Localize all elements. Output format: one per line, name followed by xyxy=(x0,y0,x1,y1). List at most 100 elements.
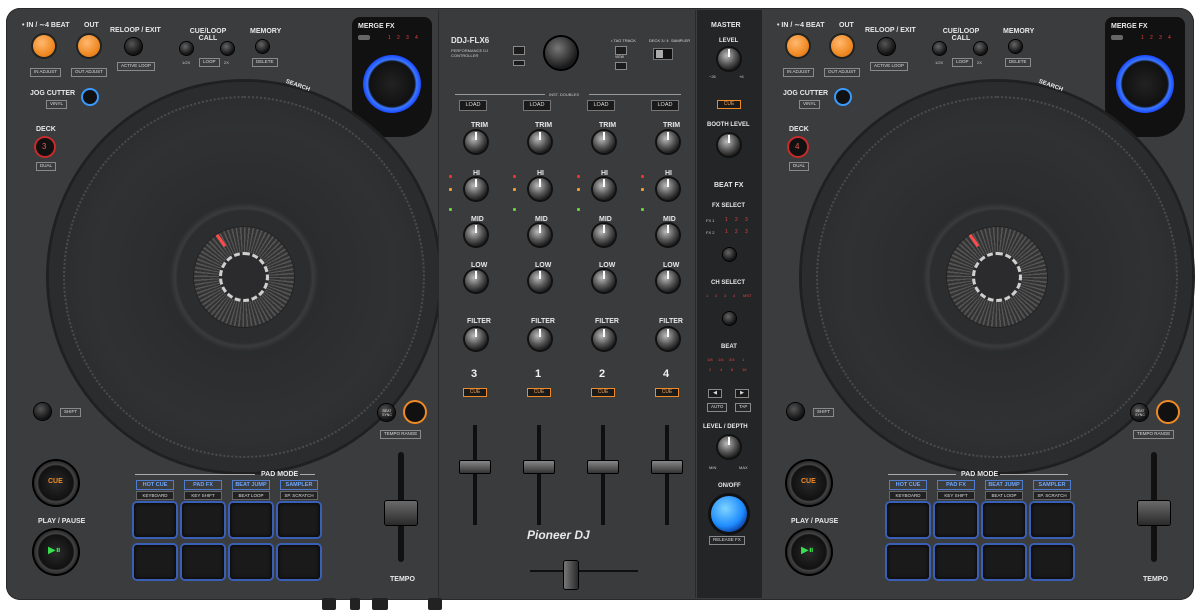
load-button-ch2[interactable]: LOAD xyxy=(587,100,615,111)
mid-knob-ch4[interactable] xyxy=(657,224,679,246)
right-shift-button[interactable] xyxy=(787,403,804,420)
hi-knob-ch2[interactable] xyxy=(593,178,615,200)
pad-2[interactable] xyxy=(182,503,224,537)
trim-knob-ch1[interactable] xyxy=(529,131,551,153)
right-cue-loop-call-right-button[interactable] xyxy=(974,42,987,55)
master-level-knob[interactable] xyxy=(718,48,740,70)
deck-switch[interactable] xyxy=(653,48,673,60)
right-reloop-exit-button[interactable] xyxy=(878,38,895,55)
right-pad-6[interactable] xyxy=(935,545,977,579)
trim-knob-ch2[interactable] xyxy=(593,131,615,153)
right-deck-select-button[interactable]: 4 xyxy=(789,138,807,156)
tempo-slider[interactable] xyxy=(385,501,417,525)
beat-fx-on-off-button[interactable] xyxy=(711,496,747,532)
filter-knob-ch3[interactable] xyxy=(465,328,487,350)
right-loop-out-button[interactable] xyxy=(831,35,853,57)
right-pad-mode-hot-cue[interactable]: HOT CUE xyxy=(889,480,927,490)
play-pause-button[interactable]: ▶⏸ xyxy=(34,530,78,574)
cue-loop-call-right-button[interactable] xyxy=(221,42,234,55)
view-button[interactable] xyxy=(615,62,627,70)
cue-button[interactable]: CUE xyxy=(34,461,78,505)
load-button-ch4[interactable]: LOAD xyxy=(651,100,679,111)
back-sub-button[interactable] xyxy=(513,60,525,66)
mic-level-knob[interactable] xyxy=(372,598,388,610)
master-tempo-button[interactable] xyxy=(405,402,425,422)
right-pad-mode-sampler[interactable]: SAMPLER xyxy=(1033,480,1071,490)
pad-mode-hot-cue[interactable]: HOT CUE xyxy=(136,480,174,490)
cue-button-ch1[interactable]: CUE xyxy=(527,388,551,397)
tag-track-button[interactable] xyxy=(615,46,627,55)
trim-knob-ch3[interactable] xyxy=(465,131,487,153)
hi-knob-ch1[interactable] xyxy=(529,178,551,200)
low-knob-ch4[interactable] xyxy=(657,270,679,292)
right-memory-button[interactable] xyxy=(1009,40,1022,53)
pad-5[interactable] xyxy=(134,545,176,579)
low-knob-ch3[interactable] xyxy=(465,270,487,292)
right-pad-1[interactable] xyxy=(887,503,929,537)
right-pad-4[interactable] xyxy=(1031,503,1073,537)
right-cue-loop-call-left-button[interactable] xyxy=(933,42,946,55)
filter-knob-ch1[interactable] xyxy=(529,328,551,350)
beat-left-button[interactable]: ◀ xyxy=(708,389,722,398)
pad-8[interactable] xyxy=(278,545,320,579)
cue-button-ch3[interactable]: CUE xyxy=(463,388,487,397)
ch-select-knob[interactable] xyxy=(723,312,736,325)
load-button-ch3[interactable]: LOAD xyxy=(459,100,487,111)
channel-fader-4[interactable] xyxy=(652,461,682,473)
cue-button-ch2[interactable]: CUE xyxy=(591,388,615,397)
loop-out-button[interactable] xyxy=(78,35,100,57)
right-pad-2[interactable] xyxy=(935,503,977,537)
pad-4[interactable] xyxy=(278,503,320,537)
pad-mode-pad-fx[interactable]: PAD FX xyxy=(184,480,222,490)
right-pad-8[interactable] xyxy=(1031,545,1073,579)
pad-mode-beat-jump[interactable]: BEAT JUMP xyxy=(232,480,270,490)
merge-fx-knob[interactable] xyxy=(363,55,421,113)
right-pad-7[interactable] xyxy=(983,545,1025,579)
load-button-ch1[interactable]: LOAD xyxy=(523,100,551,111)
shift-button[interactable] xyxy=(34,403,51,420)
deck-select-button[interactable]: 3 xyxy=(36,138,54,156)
hi-knob-ch4[interactable] xyxy=(657,178,679,200)
level-depth-knob[interactable] xyxy=(718,436,740,458)
beat-right-button[interactable]: ▶ xyxy=(735,389,749,398)
low-knob-ch2[interactable] xyxy=(593,270,615,292)
trim-knob-ch4[interactable] xyxy=(657,131,679,153)
filter-knob-ch4[interactable] xyxy=(657,328,679,350)
pad-6[interactable] xyxy=(182,545,224,579)
mid-knob-ch2[interactable] xyxy=(593,224,615,246)
master-cue-button[interactable]: CUE xyxy=(717,100,741,109)
right-cue-button[interactable]: CUE xyxy=(787,461,831,505)
right-pad-mode-beat-jump[interactable]: BEAT JUMP xyxy=(985,480,1023,490)
pad-7[interactable] xyxy=(230,545,272,579)
hi-knob-ch3[interactable] xyxy=(465,178,487,200)
cue-button-ch4[interactable]: CUE xyxy=(655,388,679,397)
right-play-pause-button[interactable]: ▶⏸ xyxy=(787,530,831,574)
pad-mode-sampler[interactable]: SAMPLER xyxy=(280,480,318,490)
right-jog-cutter-button[interactable] xyxy=(836,90,850,104)
fx-select-knob[interactable] xyxy=(723,248,736,261)
reloop-exit-button[interactable] xyxy=(125,38,142,55)
crossfader[interactable] xyxy=(530,561,638,593)
browse-knob[interactable] xyxy=(545,37,577,69)
mid-knob-ch3[interactable] xyxy=(465,224,487,246)
mid-knob-ch1[interactable] xyxy=(529,224,551,246)
right-loop-in-button[interactable] xyxy=(787,35,809,57)
channel-fader-3[interactable] xyxy=(460,461,490,473)
loop-in-button[interactable] xyxy=(33,35,55,57)
pad-1[interactable] xyxy=(134,503,176,537)
channel-fader-1[interactable] xyxy=(524,461,554,473)
right-pad-3[interactable] xyxy=(983,503,1025,537)
right-pad-5[interactable] xyxy=(887,545,929,579)
jog-cutter-button[interactable] xyxy=(83,90,97,104)
booth-level-knob[interactable] xyxy=(718,134,740,156)
channel-fader-2[interactable] xyxy=(588,461,618,473)
right-merge-fx-knob[interactable] xyxy=(1116,55,1174,113)
back-button[interactable] xyxy=(513,46,525,55)
pad-3[interactable] xyxy=(230,503,272,537)
memory-button[interactable] xyxy=(256,40,269,53)
right-master-tempo-button[interactable] xyxy=(1158,402,1178,422)
right-tempo-slider[interactable] xyxy=(1138,501,1170,525)
cue-loop-call-left-button[interactable] xyxy=(180,42,193,55)
low-knob-ch1[interactable] xyxy=(529,270,551,292)
right-pad-mode-pad-fx[interactable]: PAD FX xyxy=(937,480,975,490)
